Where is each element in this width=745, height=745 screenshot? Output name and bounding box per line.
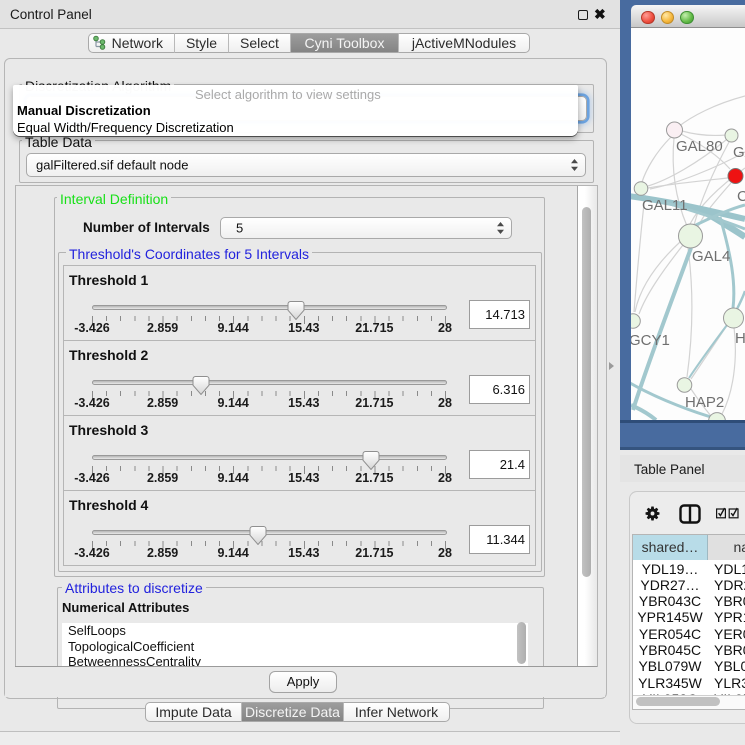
svg-text:GAL80: GAL80: [676, 138, 723, 155]
svg-text:GA: GA: [733, 144, 745, 161]
svg-text:H: H: [735, 330, 745, 347]
svg-text:GAL4: GAL4: [692, 248, 730, 265]
svg-text:C: C: [737, 188, 745, 205]
svg-text:GCY1: GCY1: [631, 332, 670, 349]
svg-text:HAP2: HAP2: [685, 394, 724, 411]
svg-text:GAL11: GAL11: [642, 197, 688, 214]
